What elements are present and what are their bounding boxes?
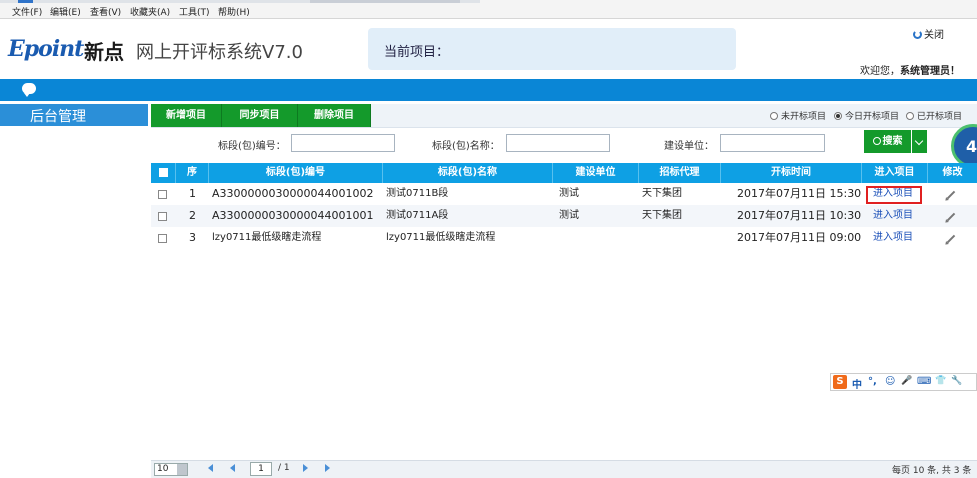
delete-project-button[interactable]: 删除项目 xyxy=(298,104,371,127)
radio-label: 已开标项目 xyxy=(917,112,963,122)
col-header-unit: 建设单位 xyxy=(552,163,638,183)
close-label: 关闭 xyxy=(924,30,944,41)
search-dropdown-button[interactable] xyxy=(912,130,927,153)
menu-favorites[interactable]: 收藏夹(A) xyxy=(130,5,170,18)
sync-project-button[interactable]: 同步项目 xyxy=(222,104,298,127)
radio-circle[interactable] xyxy=(906,112,914,120)
sidebar-header[interactable]: 后台管理 xyxy=(0,104,148,126)
menu-file[interactable]: 文件(F) xyxy=(12,5,42,18)
radio-label: 未开标项目 xyxy=(781,112,827,122)
enter-project-link[interactable]: 进入项目 xyxy=(873,205,913,227)
row-name: lzy0711最低级瞎走流程 xyxy=(386,232,496,243)
col-header-name: 标段(包)名称 xyxy=(382,163,552,183)
ime-keyboard-icon[interactable]: ⌨ xyxy=(917,376,931,387)
current-page-input[interactable]: 1 xyxy=(250,462,272,476)
welcome-text: 欢迎您，系统管理员！ xyxy=(860,62,960,77)
ime-chinese-mode-icon[interactable]: 中 xyxy=(852,376,862,391)
first-page-icon[interactable] xyxy=(208,464,213,472)
enter-project-link[interactable]: 进入项目 xyxy=(873,227,913,249)
row-time: 2017年07月11日 09:00 xyxy=(737,231,862,244)
name-search-label: 标段(包)名称： xyxy=(432,141,500,152)
select-all-cell[interactable] xyxy=(151,163,175,183)
select-all-checkbox[interactable] xyxy=(159,168,168,177)
last-page-icon[interactable] xyxy=(325,464,330,472)
col-header-no: 序 xyxy=(175,163,208,183)
prev-page-icon[interactable] xyxy=(230,464,235,472)
ime-emoji-icon[interactable]: ☺ xyxy=(885,376,895,387)
unit-search-label: 建设单位： xyxy=(664,141,714,152)
row-no: 3 xyxy=(189,231,196,244)
search-button-label: 搜索 xyxy=(882,136,903,147)
col-header-code: 标段(包)编号 xyxy=(208,163,382,183)
menu-view[interactable]: 查看(V) xyxy=(90,5,121,18)
radio-today[interactable]: 今日开标项目 xyxy=(834,109,899,122)
pager-summary: 每页 10 条, 共 3 条 xyxy=(892,466,972,476)
floating-badge[interactable]: 4 xyxy=(951,124,977,168)
row-unit: 测试 xyxy=(559,210,579,221)
menu-help[interactable]: 帮助(H) xyxy=(218,5,250,18)
search-icon xyxy=(872,137,881,145)
highlight-box xyxy=(866,186,922,204)
radio-circle[interactable] xyxy=(770,112,778,120)
logo-chinese: 新点 xyxy=(84,40,124,64)
row-name: 测试0711B段 xyxy=(386,188,449,199)
ime-punctuation-icon[interactable]: °, xyxy=(868,376,877,387)
row-checkbox[interactable] xyxy=(158,190,167,199)
close-button[interactable]: 关闭 xyxy=(913,26,944,41)
welcome-prefix: 欢迎您， xyxy=(860,66,900,77)
pager-bar xyxy=(151,460,977,478)
logo-epoint: Epoint xyxy=(8,36,84,62)
row-unit: 测试 xyxy=(559,188,579,199)
menu-bar: 文件(F) 编辑(E) 查看(V) 收藏夹(A) 工具(T) 帮助(H) xyxy=(0,0,977,19)
code-search-label: 标段(包)编号： xyxy=(218,141,286,152)
browser-tab-strip xyxy=(0,0,480,3)
radio-not-opened[interactable]: 未开标项目 xyxy=(770,109,826,122)
add-project-button[interactable]: 新增项目 xyxy=(151,104,222,127)
sidebar-title: 后台管理 xyxy=(30,109,86,125)
radio-opened[interactable]: 已开标项目 xyxy=(906,109,962,122)
row-code: A3300000030000044001002 xyxy=(212,187,374,200)
sogou-logo-icon[interactable]: S xyxy=(833,375,847,389)
row-checkbox[interactable] xyxy=(158,212,167,221)
welcome-user: 系统管理员！ xyxy=(900,66,960,77)
menu-edit[interactable]: 编辑(E) xyxy=(50,5,81,18)
current-project-box: 当前项目： xyxy=(368,28,736,70)
radio-circle-checked[interactable] xyxy=(834,112,842,120)
radio-label: 今日开标项目 xyxy=(845,112,900,122)
col-header-time: 开标时间 xyxy=(720,163,861,183)
col-header-enter: 进入项目 xyxy=(861,163,927,183)
row-checkbox[interactable] xyxy=(158,234,167,243)
page-total: / 1 xyxy=(278,463,290,473)
code-search-input[interactable] xyxy=(291,134,395,152)
row-code: lzy0711最低级瞎走流程 xyxy=(212,232,322,243)
row-time: 2017年07月11日 10:30 xyxy=(737,209,862,222)
row-no: 1 xyxy=(189,187,196,200)
search-button[interactable]: 搜索 xyxy=(864,130,911,153)
nav-band xyxy=(0,79,977,101)
name-search-input[interactable] xyxy=(506,134,610,152)
row-time: 2017年07月11日 15:30 xyxy=(737,187,862,200)
row-agent: 天下集团 xyxy=(642,188,682,199)
power-icon xyxy=(913,30,922,39)
unit-search-input[interactable] xyxy=(720,134,825,152)
col-header-edit: 修改 xyxy=(927,163,977,183)
row-code: A3300000030000044001001 xyxy=(212,209,374,222)
badge-count: 4 xyxy=(966,137,977,156)
chat-icon[interactable] xyxy=(22,83,36,97)
ime-toolbar: S 中 °, ☺ 🎤 ⌨ 👕 🔧 xyxy=(830,373,977,391)
ime-tools-icon[interactable]: 🔧 xyxy=(951,376,962,386)
row-name: 测试0711A段 xyxy=(386,210,449,221)
ime-voice-icon[interactable]: 🎤 xyxy=(901,376,912,386)
row-no: 2 xyxy=(189,209,196,222)
next-page-icon[interactable] xyxy=(303,464,308,472)
current-project-label: 当前项目： xyxy=(384,45,450,60)
system-title: 网上开评标系统V7.0 xyxy=(136,42,303,63)
row-agent: 天下集团 xyxy=(642,210,682,221)
menu-tools[interactable]: 工具(T) xyxy=(179,5,210,18)
page-size-select[interactable]: 10 xyxy=(154,463,188,476)
ime-skin-icon[interactable]: 👕 xyxy=(935,376,946,386)
col-header-agent: 招标代理 xyxy=(638,163,720,183)
